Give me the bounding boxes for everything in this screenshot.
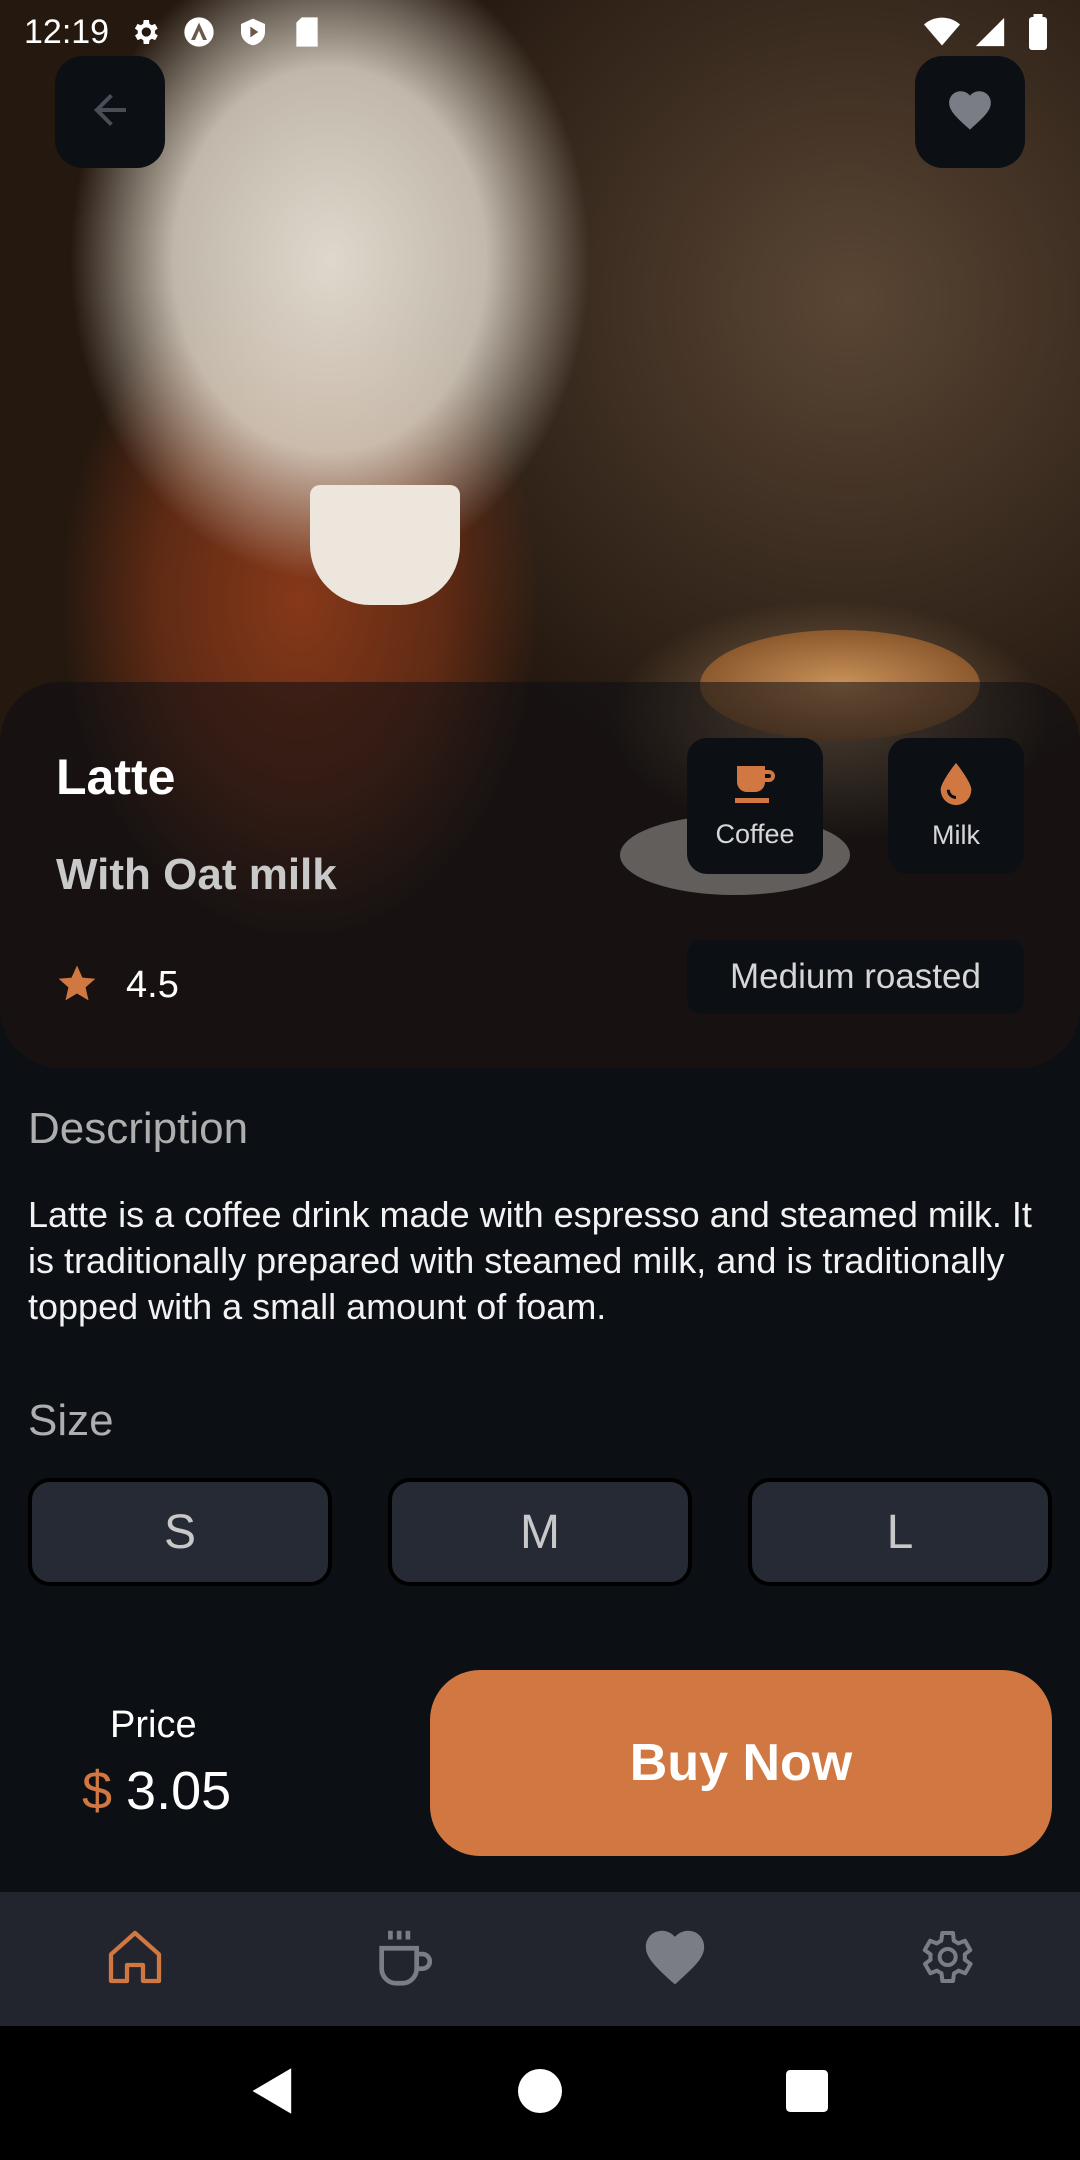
heart-icon bbox=[945, 85, 995, 140]
price-label: Price bbox=[110, 1704, 197, 1746]
favorite-button[interactable] bbox=[915, 56, 1025, 168]
battery-icon bbox=[1020, 14, 1056, 50]
size-option-l[interactable]: L bbox=[748, 1478, 1052, 1586]
coffee-cup-icon bbox=[731, 762, 779, 811]
size-option-s[interactable]: S bbox=[28, 1478, 332, 1586]
product-name: Latte bbox=[56, 749, 176, 805]
settings-icon bbox=[913, 1925, 977, 1994]
price-currency: $ bbox=[82, 1761, 113, 1821]
shield-a-icon bbox=[181, 14, 217, 50]
nav-favorites[interactable] bbox=[625, 1909, 725, 2009]
wifi-icon bbox=[924, 14, 960, 50]
size-option-m[interactable]: M bbox=[388, 1478, 692, 1586]
tag-milk: Milk bbox=[888, 738, 1024, 874]
square-recents-icon bbox=[785, 2069, 828, 2117]
sd-card-icon bbox=[289, 14, 325, 50]
system-back-button[interactable] bbox=[238, 2058, 308, 2128]
nav-settings[interactable] bbox=[895, 1909, 995, 2009]
coffee-cup-icon bbox=[370, 1922, 440, 1997]
system-recents-button[interactable] bbox=[772, 2058, 842, 2128]
price-value: 3.05 bbox=[126, 1761, 232, 1821]
tag-label: Milk bbox=[932, 820, 980, 850]
product-subtitle: With Oat milk bbox=[56, 850, 337, 899]
description-text[interactable]: Latte is a coffee drink made with espres… bbox=[28, 1192, 1038, 1330]
circle-home-icon bbox=[517, 2068, 562, 2118]
buy-now-button[interactable]: Buy Now bbox=[430, 1670, 1052, 1856]
bottom-navigation bbox=[0, 1892, 1080, 2026]
back-button[interactable] bbox=[55, 56, 165, 168]
gear-icon bbox=[127, 14, 163, 50]
tag-label: Coffee bbox=[715, 819, 795, 849]
home-icon bbox=[103, 1925, 167, 1994]
signal-icon bbox=[972, 14, 1008, 50]
status-time: 12:19 bbox=[24, 12, 110, 51]
roast-badge: Medium roasted bbox=[687, 940, 1024, 1014]
product-rating: 4.5 bbox=[56, 962, 179, 1009]
price-amount: $ 3.05 bbox=[82, 1760, 231, 1822]
heart-icon bbox=[640, 1922, 710, 1997]
arrow-left-icon bbox=[86, 86, 134, 139]
description-title: Description bbox=[28, 1104, 249, 1153]
rating-value: 4.5 bbox=[126, 964, 179, 1006]
drop-icon bbox=[936, 761, 976, 812]
nav-home[interactable] bbox=[85, 1909, 185, 2009]
system-home-button[interactable] bbox=[505, 2058, 575, 2128]
play-protect-icon bbox=[235, 14, 271, 50]
size-title: Size bbox=[28, 1396, 114, 1445]
hero-cup-shape bbox=[310, 485, 460, 605]
nav-cart[interactable] bbox=[355, 1909, 455, 2009]
status-bar: 12:19 bbox=[0, 0, 1080, 64]
star-icon bbox=[56, 962, 98, 1009]
tag-coffee: Coffee bbox=[687, 738, 823, 874]
triangle-back-icon bbox=[250, 2066, 296, 2121]
product-hero-image bbox=[0, 0, 1080, 1068]
system-navigation-bar bbox=[0, 2026, 1080, 2160]
